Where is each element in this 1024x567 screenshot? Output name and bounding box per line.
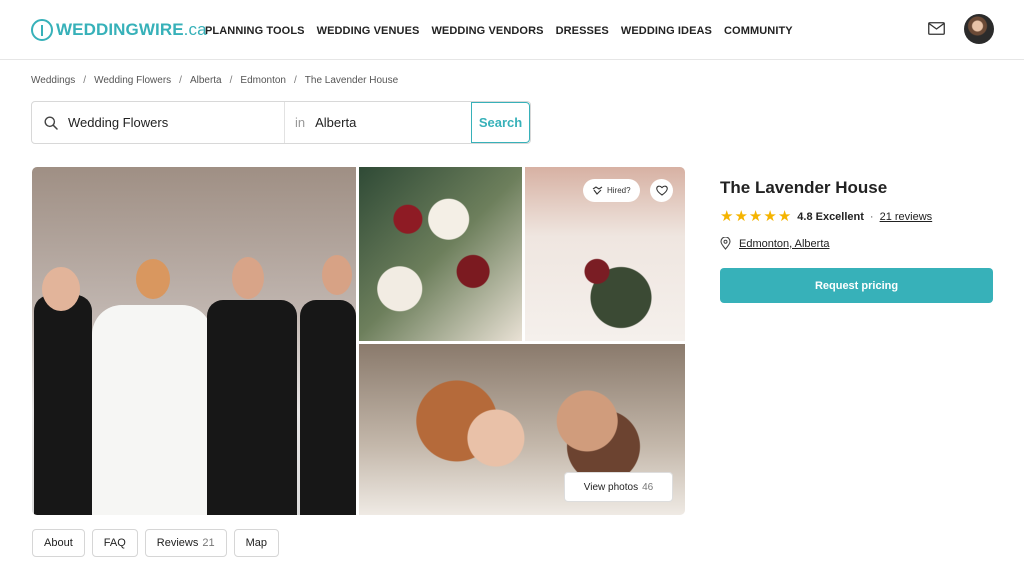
breadcrumb-edmonton[interactable]: Edmonton	[240, 75, 286, 86]
hired-label: Hired?	[607, 186, 631, 195]
nav-community[interactable]: COMMUNITY	[724, 25, 793, 37]
star-rating: ★ ★ ★ ★ ★	[720, 209, 791, 224]
location-search-input[interactable]: in Alberta	[285, 102, 471, 143]
rating-separator: ·	[869, 210, 874, 223]
gallery-photo-wedding-party[interactable]	[32, 167, 356, 515]
nav-dresses[interactable]: DRESSES	[556, 25, 609, 37]
photo-gallery: Hired? View photos 46	[32, 167, 685, 515]
star-icon: ★	[763, 208, 777, 225]
handshake-icon	[592, 185, 603, 195]
view-photos-button[interactable]: View photos 46	[564, 472, 673, 502]
site-header: WEDDINGWIRE.ca PLANNING TOOLS WEDDING VE…	[0, 0, 1024, 60]
breadcrumb-separator: /	[294, 75, 297, 86]
user-avatar[interactable]	[964, 14, 994, 44]
figure-bride	[92, 305, 212, 515]
location-link[interactable]: Edmonton, Alberta	[739, 238, 830, 250]
category-search-input[interactable]: Wedding Flowers	[32, 102, 285, 143]
section-tabs: About FAQ Reviews 21 Map	[32, 529, 279, 557]
tab-reviews[interactable]: Reviews 21	[144, 529, 227, 557]
request-pricing-button[interactable]: Request pricing	[720, 268, 993, 303]
star-icon: ★	[720, 208, 734, 225]
favorite-button[interactable]	[650, 179, 673, 202]
figure-head	[136, 259, 170, 299]
figure-head	[322, 255, 352, 295]
location-pin-icon	[720, 237, 731, 250]
breadcrumb-alberta[interactable]: Alberta	[190, 75, 222, 86]
location-row: Edmonton, Alberta	[720, 237, 830, 250]
tab-about[interactable]: About	[32, 529, 85, 557]
star-icon: ★	[777, 208, 792, 225]
reviews-link[interactable]: 21 reviews	[880, 211, 933, 223]
hired-button[interactable]: Hired?	[583, 179, 640, 202]
nav-wedding-vendors[interactable]: WEDDING VENDORS	[431, 25, 543, 37]
nav-planning-tools[interactable]: PLANNING TOOLS	[205, 25, 305, 37]
rating-row: ★ ★ ★ ★ ★ 4.8 Excellent · 21 reviews	[720, 209, 932, 224]
weddingwire-logo[interactable]: WEDDINGWIRE.ca	[31, 19, 207, 41]
breadcrumb: Weddings / Wedding Flowers / Alberta / E…	[31, 75, 398, 86]
tab-label: About	[44, 537, 73, 549]
mail-icon[interactable]	[928, 22, 945, 35]
breadcrumb-separator: /	[179, 75, 182, 86]
main-nav: PLANNING TOOLS WEDDING VENUES WEDDING VE…	[205, 25, 793, 37]
photo-count: 46	[642, 481, 654, 493]
breadcrumb-current: The Lavender House	[304, 75, 399, 86]
nav-wedding-venues[interactable]: WEDDING VENUES	[317, 25, 420, 37]
search-icon	[44, 116, 58, 130]
tab-label: Reviews	[156, 537, 199, 549]
star-icon: ★	[734, 208, 748, 225]
figure-bridesmaid	[34, 295, 92, 515]
gallery-photo-bouquet[interactable]	[359, 167, 522, 341]
location-search-value: Alberta	[315, 115, 357, 130]
nav-wedding-ideas[interactable]: WEDDING IDEAS	[621, 25, 712, 37]
breadcrumb-separator: /	[83, 75, 87, 86]
search-bar: Wedding Flowers in Alberta Search	[31, 101, 531, 144]
figure-head	[42, 267, 80, 311]
figure-groom	[207, 300, 297, 515]
tab-faq[interactable]: FAQ	[91, 529, 138, 557]
logo-text: WEDDINGWIRE.ca	[56, 20, 207, 39]
view-photos-label: View photos	[583, 481, 639, 493]
star-icon: ★	[748, 208, 763, 225]
search-in-label: in	[295, 115, 306, 130]
tab-label: Map	[245, 537, 267, 549]
tab-label: FAQ	[103, 537, 126, 549]
breadcrumb-separator: /	[229, 75, 233, 86]
breadcrumb-weddings[interactable]: Weddings	[31, 75, 75, 86]
figure-head	[232, 257, 264, 299]
tab-badge: 21	[202, 537, 215, 549]
logo-mark-icon	[31, 19, 53, 41]
tab-map[interactable]: Map	[233, 529, 279, 557]
vendor-name: The Lavender House	[720, 178, 888, 197]
category-search-value: Wedding Flowers	[68, 115, 169, 130]
search-button[interactable]: Search	[471, 102, 530, 143]
heart-icon	[655, 185, 668, 196]
rating-value: 4.8 Excellent	[797, 210, 864, 223]
breadcrumb-wedding-flowers[interactable]: Wedding Flowers	[94, 75, 171, 86]
figure-groomsman	[300, 300, 356, 515]
